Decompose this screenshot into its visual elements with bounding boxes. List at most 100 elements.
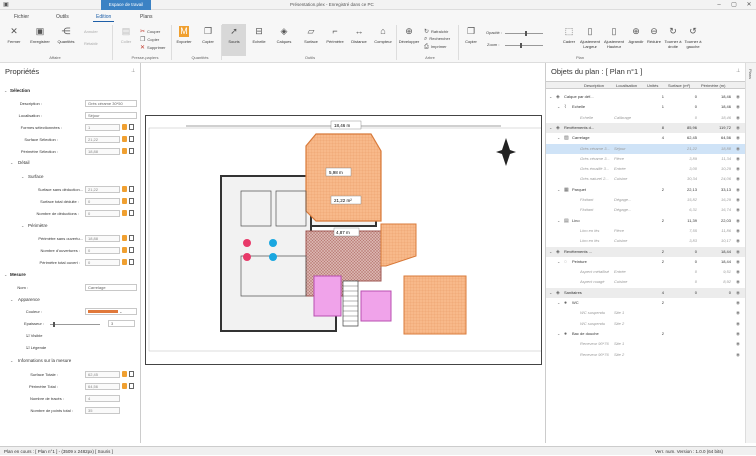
- chevron-down-icon[interactable]: ⌄: [557, 257, 560, 267]
- couper-button[interactable]: ✂ Couper: [140, 28, 160, 35]
- table-row[interactable]: Lino en lés Cuisine 3,83 10,17 ◉: [546, 236, 746, 247]
- visibility-icon[interactable]: ◉: [736, 92, 740, 102]
- lock-icon[interactable]: [122, 210, 127, 216]
- visibility-icon[interactable]: ◉: [736, 216, 740, 226]
- table-row[interactable]: Grès cérame 3... Pièce 3,89 11,34 ◉: [546, 153, 746, 164]
- visibility-icon[interactable]: ◉: [736, 205, 740, 215]
- visibility-icon[interactable]: ◉: [736, 195, 740, 205]
- visibility-icon[interactable]: ◉: [736, 144, 740, 154]
- visibility-icon[interactable]: ◉: [736, 226, 740, 236]
- plans-side-tab[interactable]: Plans: [745, 63, 756, 443]
- table-row[interactable]: Lino en lés Pièce 7,55 11,86 ◉: [546, 225, 746, 236]
- visibility-icon[interactable]: ◉: [736, 350, 740, 360]
- table-row[interactable]: Flottant Dégage... 6,31 16,74 ◉: [546, 205, 746, 216]
- table-row[interactable]: Grès émaillé 3... Entrée 3,00 10,29 ◉: [546, 164, 746, 175]
- lock-icon[interactable]: [122, 383, 127, 389]
- distance-button[interactable]: ↔ Distance: [347, 24, 371, 44]
- copy-icon[interactable]: [129, 259, 134, 265]
- table-row[interactable]: WC suspendu Site 2 ◉: [546, 318, 746, 329]
- visibility-icon[interactable]: ◉: [736, 288, 740, 298]
- plan-canvas[interactable]: 18,46 m 5,98 m 21,22 m² 4,87 m: [145, 115, 542, 365]
- column-localisation[interactable]: Localisation: [616, 83, 637, 88]
- bac-douche-marker[interactable]: [269, 239, 277, 247]
- tab-fichier[interactable]: Fichier: [11, 12, 32, 22]
- lock-icon[interactable]: [122, 235, 127, 241]
- visibility-icon[interactable]: ◉: [736, 298, 740, 308]
- table-row[interactable]: Receveur 90*76 Site 2 ◉: [546, 349, 746, 360]
- chevron-down-icon[interactable]: ⌄: [557, 185, 560, 195]
- tab-outils[interactable]: Outils: [53, 12, 72, 22]
- table-row[interactable]: Flottant Dégage... 15,82 16,29 ◉: [546, 195, 746, 205]
- visible-checkbox[interactable]: ☑ Visible: [26, 333, 42, 338]
- visibility-icon[interactable]: ◉: [736, 113, 740, 123]
- table-row[interactable]: ⌄ ◈ Revêtements d... 8 85,96 119,72 ◉: [546, 122, 746, 133]
- copy-icon[interactable]: [129, 198, 134, 204]
- column-description[interactable]: Description: [584, 83, 604, 88]
- table-row[interactable]: ⌄ ◌ Peinture 2 0 18,44 ◉: [546, 256, 746, 267]
- tab-plans[interactable]: Plans: [137, 12, 156, 22]
- carrelage-cuisine[interactable]: [403, 275, 467, 335]
- wc-marker[interactable]: [243, 253, 251, 261]
- annuler-button[interactable]: Annuler: [84, 29, 98, 34]
- perimetre-button[interactable]: ⌐ Périmètre: [323, 24, 347, 44]
- lock-icon[interactable]: [122, 148, 127, 154]
- opacite-slider[interactable]: [505, 31, 543, 36]
- chevron-down-icon[interactable]: ⌄: [557, 102, 560, 112]
- echelle-button[interactable]: ⊟ Echelle: [247, 24, 271, 44]
- column-surface[interactable]: Surface (m²): [668, 83, 690, 88]
- visibility-icon[interactable]: ◉: [736, 154, 740, 164]
- carrelage-sejour[interactable]: [305, 133, 382, 222]
- chevron-down-icon[interactable]: ⌄: [21, 223, 24, 228]
- couleur-select[interactable]: ⌄: [85, 308, 137, 315]
- visibility-icon[interactable]: ◉: [736, 102, 740, 112]
- chevron-down-icon[interactable]: ⌄: [549, 288, 552, 298]
- lock-icon[interactable]: [122, 186, 127, 192]
- chevron-down-icon[interactable]: ⌄: [4, 272, 7, 277]
- pin-icon[interactable]: ⊥: [736, 68, 740, 74]
- description-field[interactable]: Grès cérame 30*50: [85, 100, 137, 107]
- imprimer-button[interactable]: ⎙ Imprimer: [424, 44, 447, 51]
- table-row[interactable]: WC suspendu Site 1 ◉: [546, 308, 746, 319]
- table-row[interactable]: Aspect métallisé Entrée 0 9,51 ◉: [546, 267, 746, 278]
- minimize-icon[interactable]: –: [712, 0, 726, 10]
- pin-icon[interactable]: ⊥: [131, 68, 135, 74]
- wc-marker[interactable]: [243, 239, 251, 247]
- visibility-icon[interactable]: ◉: [736, 247, 740, 257]
- lock-icon[interactable]: [122, 198, 127, 204]
- compteur-button[interactable]: ⌂ Compteur: [371, 24, 395, 44]
- visibility-icon[interactable]: ◉: [736, 123, 740, 133]
- souris-button[interactable]: ➚ Souris: [222, 24, 246, 56]
- table-row[interactable]: ⌄ ▦ Parquet 2 22,13 33,13 ◉: [546, 184, 746, 195]
- copy-icon[interactable]: [129, 186, 134, 192]
- copy-icon[interactable]: [129, 124, 134, 130]
- visibility-icon[interactable]: ◉: [736, 164, 740, 174]
- close-window-icon[interactable]: ✕: [742, 0, 756, 10]
- visibility-icon[interactable]: ◉: [736, 329, 740, 339]
- calques-button[interactable]: ◈ Calques: [272, 24, 296, 44]
- table-row[interactable]: ⌄ ● WC 2 ◉: [546, 298, 746, 308]
- copier-small-button[interactable]: ❐ Copier: [140, 36, 159, 43]
- copy-icon[interactable]: [129, 148, 134, 154]
- visibility-icon[interactable]: ◉: [736, 174, 740, 184]
- chevron-down-icon[interactable]: ⌄: [10, 160, 13, 165]
- copy-icon[interactable]: [129, 235, 134, 241]
- lino-piece[interactable]: [313, 275, 342, 317]
- chevron-down-icon[interactable]: ⌄: [549, 247, 552, 257]
- table-row[interactable]: ⌄ ◈ Revêtements ... 2 0 18,44 ◉: [546, 246, 746, 257]
- column-unites[interactable]: Unités: [647, 83, 658, 88]
- chevron-down-icon[interactable]: ⌄: [10, 358, 13, 363]
- copy-icon[interactable]: [129, 371, 134, 377]
- exporter-button[interactable]: M Exporter: [172, 24, 196, 44]
- nom-field[interactable]: Carrelage: [85, 284, 137, 291]
- visibility-icon[interactable]: ◉: [736, 319, 740, 329]
- table-row[interactable]: Grès cérame 3... Séjour 21,22 18,88 ◉: [546, 143, 746, 154]
- chevron-down-icon[interactable]: ⌄: [557, 216, 560, 226]
- epaisseur-field[interactable]: 3: [108, 320, 135, 327]
- copy-icon[interactable]: [129, 247, 134, 253]
- chevron-down-icon[interactable]: ⌄: [557, 298, 560, 308]
- coller-button[interactable]: ▤ Coller: [114, 24, 138, 44]
- zoom-slider-thumb[interactable]: [520, 43, 522, 48]
- copy-icon[interactable]: [129, 210, 134, 216]
- visibility-icon[interactable]: ◉: [736, 257, 740, 267]
- lock-icon[interactable]: [122, 247, 127, 253]
